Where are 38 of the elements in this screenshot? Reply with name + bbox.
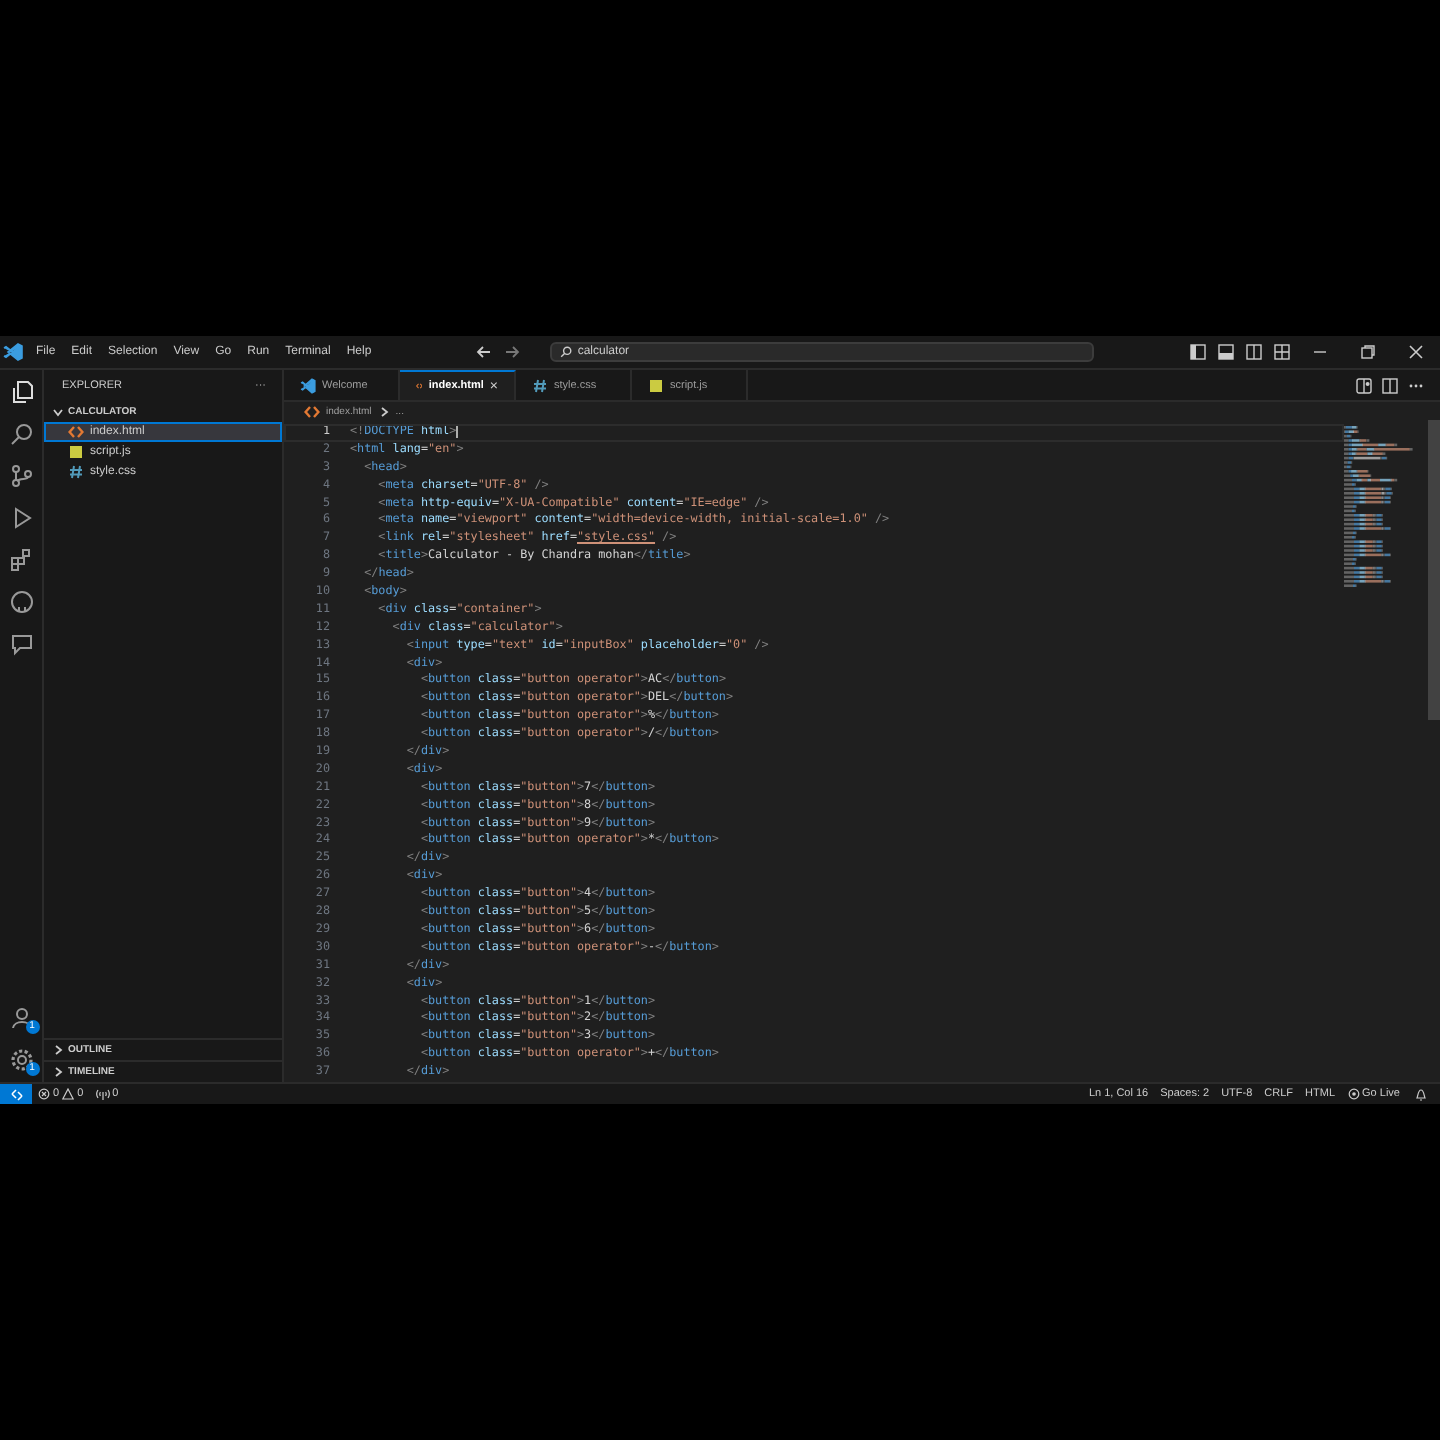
js-file-icon	[648, 377, 664, 393]
source-control-icon[interactable]	[9, 464, 33, 488]
panel-layout-icon[interactable]	[1218, 344, 1235, 360]
open-preview-icon[interactable]	[1356, 377, 1372, 393]
restore-icon[interactable]	[1360, 344, 1377, 360]
close-icon[interactable]	[1408, 344, 1425, 360]
settings-icon[interactable]	[9, 1048, 33, 1072]
files-icon[interactable]	[9, 380, 33, 404]
broadcast-icon	[1347, 1088, 1360, 1100]
split-layout-icon[interactable]	[1246, 344, 1263, 360]
forward-arrow-icon[interactable]	[503, 344, 520, 360]
run-debug-icon[interactable]	[9, 506, 33, 530]
error-icon	[38, 1088, 50, 1100]
back-arrow-icon[interactable]	[475, 344, 492, 360]
html-file-icon	[416, 378, 423, 394]
warning-icon	[62, 1088, 75, 1100]
grid-layout-icon[interactable]	[1274, 344, 1291, 360]
html-file-icon	[304, 403, 320, 419]
chevron-right-icon	[377, 405, 390, 417]
split-editor-icon[interactable]	[1382, 377, 1398, 393]
scrollbar-thumb[interactable]	[1428, 420, 1440, 720]
vscode-logo-icon	[300, 377, 316, 393]
search-icon[interactable]	[9, 422, 33, 446]
vscode-logo-icon	[0, 342, 28, 362]
css-file-icon	[68, 464, 84, 480]
extensions-icon[interactable]	[9, 548, 33, 572]
chevron-down-icon	[52, 406, 64, 418]
bell-icon[interactable]	[1414, 1087, 1428, 1101]
account-icon[interactable]	[9, 1006, 33, 1030]
chat-icon[interactable]	[9, 632, 33, 656]
remote-button[interactable]	[0, 1084, 32, 1104]
sidebar-layout-icon[interactable]	[1190, 344, 1207, 360]
css-file-icon	[532, 377, 548, 393]
search-icon	[559, 346, 572, 358]
html-file-icon	[68, 424, 84, 440]
js-file-icon	[68, 444, 84, 460]
antenna-icon	[95, 1088, 110, 1100]
remote-icon	[9, 1087, 23, 1101]
